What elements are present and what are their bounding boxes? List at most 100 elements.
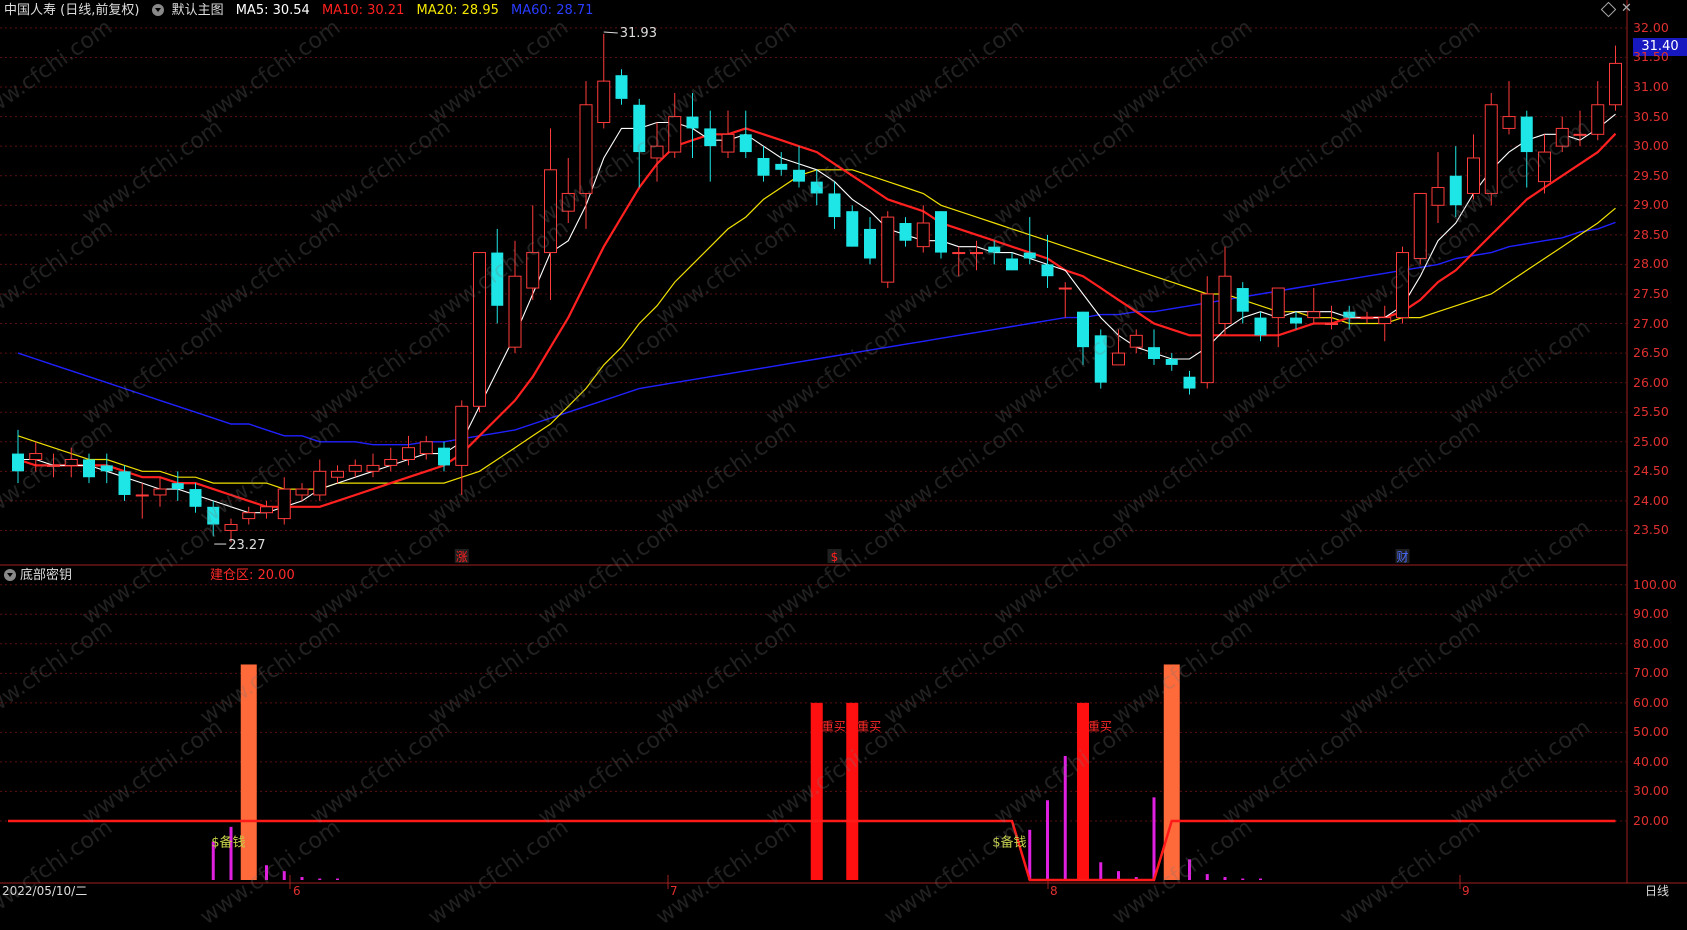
price-tick: 31.00 xyxy=(1633,79,1669,95)
magenta-bar xyxy=(318,878,322,880)
candle xyxy=(348,459,362,478)
candle-body xyxy=(686,116,699,129)
candle-body xyxy=(1148,347,1160,359)
price-tick: 24.50 xyxy=(1633,463,1669,479)
candle-body xyxy=(224,524,238,531)
price-tick: 28.50 xyxy=(1633,226,1669,242)
candle-body xyxy=(83,459,95,478)
candle-body xyxy=(1378,317,1392,325)
candle xyxy=(242,506,256,525)
candle-body xyxy=(561,192,575,212)
ma20-path xyxy=(17,169,1616,490)
magenta-bar xyxy=(300,877,304,880)
sub-indicator-value: 建仓区: 20.00 xyxy=(210,568,295,583)
candle-body xyxy=(952,252,966,255)
sub-indicator-name[interactable]: 底部密钥 xyxy=(20,568,72,583)
candle xyxy=(473,252,486,413)
month-label-8: 8 xyxy=(1050,884,1058,898)
candle xyxy=(1449,146,1462,218)
candle-body xyxy=(615,75,628,99)
magenta-bar xyxy=(336,878,339,880)
candle xyxy=(828,181,841,229)
candle-body xyxy=(704,128,717,147)
chart-canvas: 31.9323.27涨 $ 财 $备钱 $备钱重买 重买 重买 xyxy=(0,0,1687,889)
price-tick: 29.50 xyxy=(1633,167,1669,183)
candle xyxy=(153,477,167,507)
candle-body xyxy=(988,246,1001,253)
candle-body xyxy=(1254,317,1267,336)
candle-body xyxy=(970,252,983,255)
candle-body xyxy=(1413,192,1427,259)
candle xyxy=(1129,329,1143,354)
candle xyxy=(1360,311,1374,324)
magenta-bar xyxy=(1205,874,1209,880)
candle-body xyxy=(29,453,43,460)
candle-body xyxy=(295,488,309,496)
candle-body xyxy=(881,216,895,283)
candle xyxy=(1236,282,1249,324)
candle xyxy=(1148,329,1160,365)
magenta-bar xyxy=(1063,756,1067,880)
candle-body xyxy=(455,405,469,466)
chart-toggle-icon[interactable] xyxy=(151,3,164,16)
candle-body xyxy=(1343,311,1356,318)
event-dollar-marker: $ xyxy=(831,550,839,564)
sub-header: 底部密钥 建仓区: 20.00 xyxy=(0,565,295,587)
candle-body xyxy=(1165,358,1178,365)
candle xyxy=(207,500,220,537)
ma10-label: MA10: 30.21 xyxy=(321,3,405,18)
candle xyxy=(47,453,60,478)
chart-name[interactable]: 默认主图 xyxy=(172,3,224,18)
candle-body xyxy=(775,163,788,170)
candle-body xyxy=(1218,275,1232,325)
candle-body xyxy=(1591,104,1605,135)
candle-body xyxy=(916,222,930,248)
candle xyxy=(1290,311,1302,330)
magenta-bar xyxy=(1223,877,1227,880)
candle-body xyxy=(1449,175,1462,206)
orange-bar xyxy=(1163,664,1180,880)
magenta-bar xyxy=(1188,859,1191,880)
candle-body xyxy=(1538,151,1551,183)
candle xyxy=(668,92,682,158)
candle-body xyxy=(118,471,131,495)
candle-body xyxy=(1023,252,1036,259)
high-marker: 31.93 xyxy=(620,26,657,41)
candle xyxy=(331,465,344,484)
candle-body xyxy=(64,458,78,466)
candle xyxy=(757,146,770,182)
candle xyxy=(1077,311,1089,365)
candle xyxy=(650,122,664,182)
candle-body xyxy=(1129,334,1143,348)
sub-toggle-icon[interactable] xyxy=(4,568,16,581)
bottom-date-bar: 2022/05/10/二 6 7 8 9 日线 xyxy=(0,883,1687,899)
candle-body xyxy=(1520,116,1533,153)
price-tick: 28.00 xyxy=(1633,256,1669,272)
candle xyxy=(1467,134,1480,200)
candle xyxy=(597,33,611,129)
price-tick: 31.50 xyxy=(1633,49,1669,65)
stock-title[interactable]: 中国人寿 (日线,前复权) xyxy=(4,3,139,18)
candle xyxy=(846,205,859,247)
magenta-bar xyxy=(265,865,268,880)
bei-qian-label: $备钱 xyxy=(211,835,245,851)
candle xyxy=(384,447,398,472)
candle xyxy=(1254,311,1267,342)
sub-indicator-group: $备钱 $备钱重买 重买 重买 xyxy=(8,664,1616,882)
month-label-6: 6 xyxy=(293,884,301,898)
period-label[interactable]: 日线 xyxy=(1645,883,1669,899)
candle-body xyxy=(508,275,522,348)
zhong-mai-label: 重买 xyxy=(857,719,881,733)
candle-body xyxy=(12,453,24,472)
candle-body xyxy=(1484,104,1498,194)
candle-body xyxy=(1325,323,1338,326)
candle-body xyxy=(1467,157,1480,194)
candle-body xyxy=(757,157,770,176)
magenta-bar xyxy=(282,871,286,880)
candle-body xyxy=(473,252,486,407)
candle xyxy=(1396,246,1409,324)
ma60-line xyxy=(17,221,1616,446)
candle xyxy=(952,246,966,277)
candle xyxy=(633,98,646,188)
candle-body xyxy=(1360,317,1374,320)
